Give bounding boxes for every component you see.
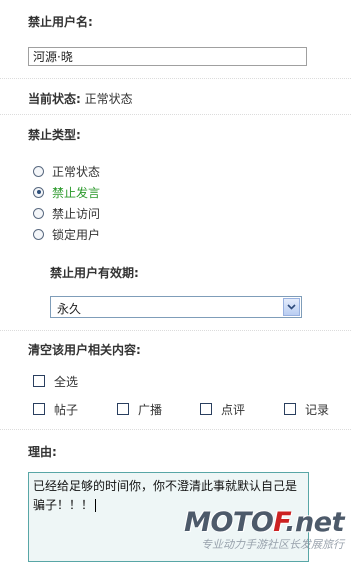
- validity-select[interactable]: 永久: [50, 296, 302, 318]
- checkbox-label: 记录: [305, 402, 330, 417]
- radio-button[interactable]: [33, 207, 44, 219]
- clear-item-posts[interactable]: 帖子: [33, 401, 78, 417]
- divider: [0, 78, 351, 79]
- motof-watermark: MOTOF.net 专业动力手游社区长发展旅行: [184, 509, 344, 552]
- radio-button[interactable]: [33, 165, 44, 177]
- clear-content-label: 清空该用户相关内容:: [28, 343, 141, 357]
- text-caret: [95, 499, 97, 512]
- clear-item-comments[interactable]: 点评: [200, 401, 245, 417]
- select-all-checkbox-row[interactable]: 全选: [33, 373, 78, 389]
- current-status-row: 当前状态: 正常状态: [28, 90, 133, 107]
- checkbox[interactable]: [117, 403, 129, 415]
- checkbox-label: 帖子: [54, 402, 79, 417]
- ban-username-label: 禁止用户名:: [28, 15, 93, 29]
- reason-label: 理由:: [28, 445, 57, 459]
- current-status-label: 当前状态:: [28, 92, 81, 106]
- checkbox[interactable]: [33, 375, 45, 387]
- radio-label: 禁止发言: [52, 185, 101, 200]
- ban-type-label: 禁止类型:: [28, 128, 81, 142]
- checkbox[interactable]: [33, 403, 45, 415]
- watermark-brand-suffix: .net: [285, 507, 344, 538]
- watermark-logo: MOTOF.net: [184, 509, 344, 537]
- chevron-down-icon[interactable]: [283, 298, 300, 316]
- checkbox-label: 广播: [138, 402, 163, 417]
- clear-item-records[interactable]: 记录: [284, 401, 329, 417]
- divider: [0, 330, 351, 331]
- checkbox[interactable]: [200, 403, 212, 415]
- checkbox[interactable]: [284, 403, 296, 415]
- divider: [0, 114, 351, 115]
- radio-label: 锁定用户: [52, 227, 101, 242]
- watermark-brand-prefix: MOTO: [184, 507, 274, 538]
- divider: [0, 429, 351, 430]
- current-status-value: 正常状态: [84, 92, 133, 106]
- radio-label: 禁止访问: [52, 206, 101, 221]
- radio-label: 正常状态: [52, 164, 101, 179]
- ban-type-option-lock-user[interactable]: 锁定用户: [33, 226, 100, 242]
- checkbox-label: 点评: [221, 402, 246, 417]
- watermark-brand-accent: F: [273, 507, 286, 538]
- validity-label: 禁止用户有效期:: [50, 266, 139, 280]
- ban-type-option-no-access[interactable]: 禁止访问: [33, 205, 100, 221]
- watermark-tagline: 专业动力手游社区长发展旅行: [201, 538, 344, 551]
- clear-item-broadcasts[interactable]: 广播: [117, 401, 162, 417]
- radio-button-checked[interactable]: [33, 186, 44, 198]
- radio-button[interactable]: [33, 228, 44, 240]
- ban-username-input[interactable]: 河源·晓: [28, 47, 307, 66]
- validity-selected-value: 永久: [57, 302, 82, 316]
- ban-type-option-no-posting[interactable]: 禁止发言: [33, 184, 100, 200]
- checkbox-label: 全选: [54, 374, 79, 389]
- ban-type-option-normal[interactable]: 正常状态: [33, 163, 100, 179]
